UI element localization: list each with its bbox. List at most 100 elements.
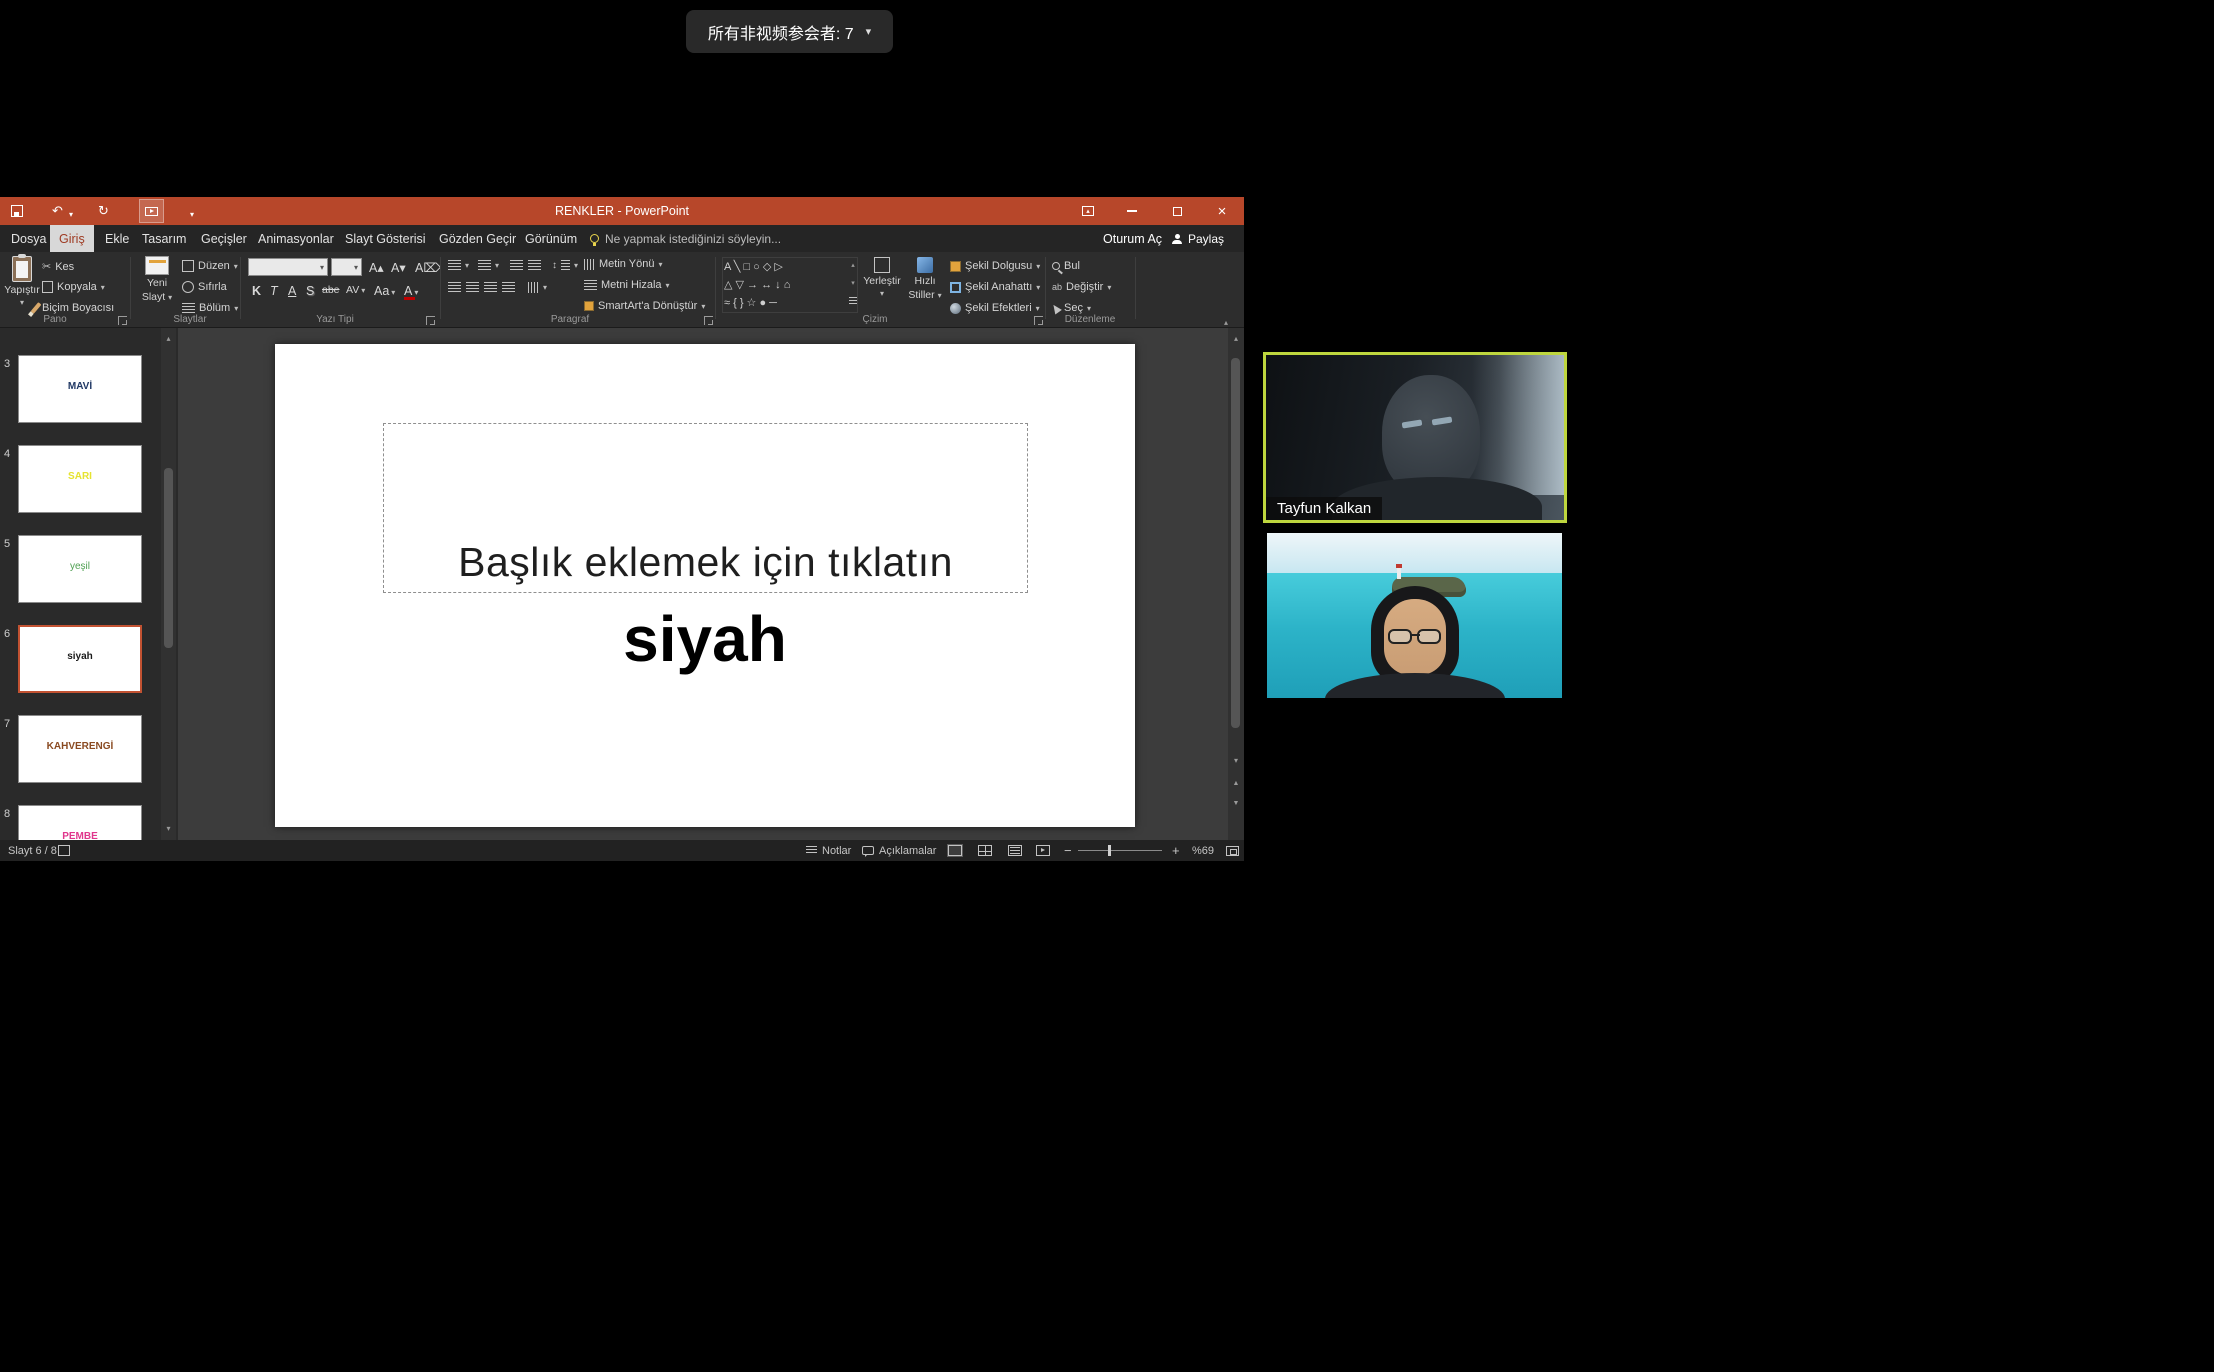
redo-icon[interactable]: ↻ <box>98 203 109 219</box>
notes-button[interactable]: Notlar <box>806 840 851 861</box>
shapes-scroll-down-icon[interactable]: ▾ <box>848 279 858 287</box>
scrollbar-thumb[interactable] <box>164 468 173 648</box>
align-center-button[interactable] <box>466 282 479 293</box>
tab-gozden-gecir[interactable]: Gözden Geçir <box>430 225 525 252</box>
pano-dialog-launcher[interactable] <box>118 316 127 325</box>
tab-ekle[interactable]: Ekle <box>96 225 138 252</box>
scroll-down-icon[interactable]: ▾ <box>161 824 176 833</box>
scroll-down-icon[interactable]: ▾ <box>1228 756 1244 765</box>
undo-icon[interactable]: ↶ <box>52 203 63 219</box>
slideshow-view-button[interactable] <box>1036 840 1050 861</box>
cut-button[interactable]: ✂ Kes <box>42 260 74 273</box>
title-placeholder[interactable]: Başlık eklemek için tıklatın <box>383 423 1028 593</box>
video-tile-participant[interactable] <box>1267 533 1562 698</box>
tab-tasarim[interactable]: Tasarım <box>133 225 195 252</box>
reading-view-button[interactable] <box>1008 840 1022 861</box>
slide-thumbnail-3[interactable]: MAVİ <box>18 355 142 423</box>
bold-button[interactable]: K <box>252 284 261 298</box>
tab-animasyonlar[interactable]: Animasyonlar <box>249 225 343 252</box>
underline-button[interactable]: A <box>288 284 296 298</box>
format-painter-button[interactable]: Biçim Boyacısı <box>34 302 114 314</box>
align-text-button[interactable]: Metni Hizala▾ <box>584 279 670 291</box>
section-button[interactable]: Bölüm ▾ <box>182 302 238 314</box>
convert-smartart-button[interactable]: SmartArt'a Dönüştür▾ <box>584 300 705 312</box>
scroll-up-icon[interactable]: ▴ <box>1228 334 1244 343</box>
participants-dropdown[interactable]: 所有非视频参会者: 7 ▾ <box>686 10 893 53</box>
decrease-indent-button[interactable] <box>510 260 523 271</box>
paragraph-dialog-launcher[interactable] <box>704 316 713 325</box>
slide-thumbnail-5[interactable]: yeşil <box>18 535 142 603</box>
close-button[interactable]: × <box>1211 201 1233 221</box>
character-spacing-button[interactable]: AV▾ <box>346 284 365 296</box>
replace-button[interactable]: abDeğiştir▾ <box>1052 281 1111 293</box>
restore-button[interactable] <box>1166 201 1188 221</box>
shapes-scroll-up-icon[interactable]: ▴ <box>848 261 858 269</box>
clear-formatting-button[interactable]: A⌦ <box>415 260 441 275</box>
thumbnail-scrollbar[interactable]: ▴ ▾ <box>161 328 176 840</box>
tab-slayt-gosterisi[interactable]: Slayt Gösterisi <box>336 225 435 252</box>
start-slideshow-button[interactable] <box>139 199 164 223</box>
columns-button[interactable]: ▾ <box>528 282 547 293</box>
font-color-button[interactable]: A ▾ <box>404 284 418 298</box>
zoom-in-button[interactable]: + <box>1172 840 1180 861</box>
video-tile-speaker[interactable]: Tayfun Kalkan <box>1263 352 1567 523</box>
next-slide-icon[interactable]: ▼ <box>1228 800 1244 807</box>
zoom-out-button[interactable]: − <box>1064 840 1072 861</box>
increase-indent-button[interactable] <box>528 260 541 271</box>
text-direction-button[interactable]: Metin Yönü▾ <box>584 258 662 270</box>
ribbon-display-button[interactable]: ▴ <box>1077 201 1099 221</box>
normal-view-button[interactable] <box>948 840 962 861</box>
align-left-button[interactable] <box>448 282 461 293</box>
sign-in-button[interactable]: Oturum Aç <box>1094 225 1171 252</box>
tellme-box[interactable]: Ne yapmak istediğinizi söyleyin... <box>590 225 781 252</box>
undo-chevron-icon[interactable]: ▾ <box>69 207 73 223</box>
numbering-button[interactable]: ▾ <box>478 260 499 271</box>
shape-outline-button[interactable]: Şekil Anahattı▾ <box>950 281 1040 293</box>
zoom-slider[interactable] <box>1078 840 1162 861</box>
customize-qat-icon[interactable]: ▾ <box>190 207 194 223</box>
grow-font-button[interactable]: A▴ <box>369 260 384 275</box>
shape-effects-button[interactable]: Şekil Efektleri▾ <box>950 302 1040 314</box>
zoom-percentage[interactable]: %69 <box>1192 840 1214 861</box>
layout-button[interactable]: Düzen ▾ <box>182 260 238 272</box>
zoom-handle[interactable] <box>1108 845 1111 856</box>
strikethrough-button[interactable]: abe <box>322 284 340 296</box>
save-icon[interactable] <box>11 204 23 222</box>
slide-thumbnail-8[interactable]: PEMBE <box>18 805 142 840</box>
drawing-dialog-launcher[interactable] <box>1034 316 1043 325</box>
minimize-button[interactable] <box>1121 201 1143 221</box>
display-settings-icon[interactable] <box>58 840 70 861</box>
tab-dosya[interactable]: Dosya <box>2 225 55 252</box>
tab-giris[interactable]: Giriş <box>50 225 94 252</box>
arrange-button[interactable]: Yerleştir ▾ <box>862 257 902 298</box>
collapse-ribbon-icon[interactable]: ▴ <box>1224 318 1228 327</box>
shapes-row-1[interactable]: A ╲ □ ○ ◇ ▷ <box>724 260 846 273</box>
tab-gorunum[interactable]: Görünüm <box>516 225 586 252</box>
shape-fill-button[interactable]: Şekil Dolgusu▾ <box>950 260 1040 272</box>
bullets-button[interactable]: ▾ <box>448 260 469 271</box>
slide-thumbnail-7[interactable]: KAHVERENGİ <box>18 715 142 783</box>
slide-thumbnail-6-selected[interactable]: siyah <box>18 625 142 693</box>
canvas-scrollbar[interactable]: ▴ ▾ ▲ ▼ <box>1228 328 1244 840</box>
find-button[interactable]: Bul <box>1052 260 1080 272</box>
font-dialog-launcher[interactable] <box>426 316 435 325</box>
select-button[interactable]: Seç▾ <box>1052 302 1091 314</box>
scroll-up-icon[interactable]: ▴ <box>161 334 176 343</box>
shapes-row-2[interactable]: △ ▽ → ↔ ↓ ⌂ <box>724 278 846 291</box>
reset-button[interactable]: Sıfırla <box>182 281 227 293</box>
text-shadow-button[interactable]: S <box>306 284 314 298</box>
italic-button[interactable]: T <box>270 284 278 298</box>
quick-styles-button[interactable]: Hızlı Stiller▾ <box>905 257 945 301</box>
change-case-button[interactable]: Aa▾ <box>374 284 395 298</box>
share-button[interactable]: Paylaş <box>1172 225 1224 252</box>
copy-button[interactable]: Kopyala ▾ <box>42 281 105 293</box>
scrollbar-thumb[interactable] <box>1231 358 1240 728</box>
justify-button[interactable] <box>502 282 515 293</box>
shapes-more-icon[interactable] <box>848 297 858 306</box>
font-size-combo[interactable]: ▾ <box>331 258 362 276</box>
font-name-combo[interactable]: ▾ <box>248 258 328 276</box>
previous-slide-icon[interactable]: ▲ <box>1228 780 1244 787</box>
slide-sorter-view-button[interactable] <box>978 840 992 861</box>
align-right-button[interactable] <box>484 282 497 293</box>
tab-gecisler[interactable]: Geçişler <box>192 225 256 252</box>
